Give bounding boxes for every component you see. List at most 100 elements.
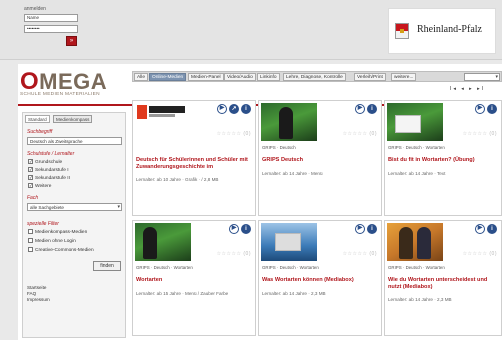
media-card[interactable]: ▶ i ☆☆☆☆☆ (0) GRIPS · Deutsch · Wortarten… (384, 100, 502, 216)
rating-stars[interactable]: ☆☆☆☆☆ (0) (463, 251, 497, 257)
logo-subtitle: SCHULE MEDIEN MATERIALIEN (20, 92, 100, 97)
screen-figure (275, 233, 301, 251)
info-icon[interactable]: i (367, 224, 377, 234)
checkbox-weitere[interactable]: ✓ Weitere (28, 182, 51, 190)
tab-medien-panel[interactable]: Medien-Panel (188, 73, 224, 81)
media-card[interactable]: ▶ i ☆☆☆☆☆ (0) GRIPS · Deutsch GRIPS Deuts… (258, 100, 382, 216)
info-icon[interactable]: i (487, 224, 497, 234)
tab-weitere[interactable]: weitere... (391, 73, 417, 81)
info-icon[interactable]: i (241, 104, 251, 114)
tab-linkinfo[interactable]: Linkinfo (257, 73, 280, 81)
media-card[interactable]: ▶ i ☆☆☆☆☆ (0) GRIPS · Deutsch · Wortarten… (258, 220, 382, 336)
username-field[interactable]: Name (24, 14, 78, 22)
card-thumbnail[interactable] (261, 103, 317, 141)
play-icon[interactable]: ▶ (475, 104, 485, 114)
checkbox-sek2[interactable]: ✓ Sekundarstufe II (28, 174, 70, 182)
info-icon[interactable]: i (487, 104, 497, 114)
checkbox-icon[interactable] (28, 246, 33, 252)
card-title[interactable]: Wie du Wortarten unterscheidest und nutz… (388, 277, 500, 290)
checkbox-medienkompass[interactable]: Medienkompass-Medien (28, 228, 87, 236)
rlp-name: Rheinland-Pfalz (417, 24, 482, 35)
card-thumbnail[interactable] (135, 103, 191, 141)
card-thumbnail[interactable] (135, 223, 191, 261)
tab-alle[interactable]: Alle (134, 73, 148, 81)
media-card[interactable]: ▶ i ☆☆☆☆☆ (0) GRIPS · Deutsch · Wortarten… (132, 220, 256, 336)
tab-video-audio[interactable]: Video/Audio (224, 73, 256, 81)
login-title: anmelden (24, 6, 46, 12)
main-panel: OMEGA SCHULE MEDIEN MATERIALIEN Alle Onl… (18, 64, 502, 340)
card-info: Lernalter: ab 14 Jahre · 2,3 MB (262, 291, 326, 296)
share-icon[interactable]: ↗ (229, 104, 239, 114)
tab-standard[interactable]: Standard (25, 115, 50, 123)
card-tags: GRIPS · Deutsch · Wortarten (136, 265, 193, 270)
card-tags: GRIPS · Deutsch · Wortarten (262, 265, 319, 270)
rlp-crest-icon (395, 23, 409, 39)
person-figure (417, 227, 431, 259)
card-tags: GRIPS · Deutsch · Wortarten (388, 145, 445, 150)
find-button[interactable]: finden (93, 261, 121, 271)
card-thumbnail[interactable] (387, 103, 443, 141)
card-info: Lernalter: ab 14 Jahre · 2,3 MB (388, 297, 452, 302)
checkbox-ohne-login[interactable]: Medien ohne Login (28, 237, 76, 245)
tab-medienkompass[interactable]: Medienkompass (53, 115, 93, 123)
person-figure (143, 227, 157, 259)
logo-wordmark: MEGA (39, 69, 108, 94)
link-faq[interactable]: FAQ (27, 291, 36, 296)
checkbox-icon[interactable]: ✓ (28, 182, 33, 188)
rating-stars[interactable]: ☆☆☆☆☆ (0) (343, 251, 377, 257)
play-icon[interactable]: ▶ (355, 224, 365, 234)
pager-controls[interactable]: I◂ ◂ ▸ ▸I (450, 86, 485, 92)
checkbox-sek1[interactable]: ✓ Sekundarstufe I (28, 166, 69, 174)
card-info: Lernalter: ab 14 Jahre · Menü (262, 171, 323, 176)
rating-stars[interactable]: ☆☆☆☆☆ (0) (217, 251, 251, 257)
media-card[interactable]: ▶ i ☆☆☆☆☆ (0) GRIPS · Deutsch · Wortarten… (384, 220, 502, 336)
subject-label: Fach (27, 195, 39, 201)
link-startseite[interactable]: Startseite (27, 285, 46, 290)
info-icon[interactable]: i (367, 104, 377, 114)
card-title[interactable]: Bist du fit in Wortarten? (Übung) (388, 157, 500, 164)
checkbox-icon[interactable]: ✓ (28, 158, 33, 164)
checkbox-icon[interactable] (28, 237, 33, 243)
play-icon[interactable]: ▶ (355, 104, 365, 114)
card-title[interactable]: Wortarten (136, 277, 254, 284)
top-bar: anmelden Name •••••••• » Rheinland-Pfalz (0, 0, 502, 60)
rlp-logo-box[interactable]: Rheinland-Pfalz (388, 8, 496, 54)
password-field[interactable]: •••••••• (24, 25, 78, 33)
tab-more-dropdown[interactable] (464, 73, 500, 81)
rating-stars[interactable]: ☆☆☆☆☆ (0) (343, 131, 377, 137)
filter-sidebar: Standard Medienkompass Suchbegriff Deuts… (22, 112, 126, 338)
login-button[interactable]: » (66, 36, 77, 46)
tab-verleih-print[interactable]: Verleih/Print (354, 73, 386, 81)
school-level-label: Schulstufe / Lernalter (27, 151, 75, 157)
omega-logo[interactable]: OMEGA SCHULE MEDIEN MATERIALIEN (20, 68, 132, 102)
media-card[interactable]: ▶ ↗ i ☆☆☆☆☆ (0) Deutsch für Schülerinnen u… (132, 100, 256, 216)
card-title[interactable]: Deutsch für Schülerinnen und Schüler mit… (136, 157, 254, 170)
card-info: Lernalter: ab 10 Jahre · Grafik · / 2,8 … (136, 177, 219, 182)
card-thumbnail[interactable] (387, 223, 443, 261)
checkbox-grundschule[interactable]: ✓ Grundschule (28, 158, 62, 166)
media-tabs: Alle Online-Medien Medien-Panel Video/Au… (132, 71, 502, 82)
card-title[interactable]: Was Wortarten können (Mediabox) (262, 277, 380, 284)
card-title[interactable]: GRIPS Deutsch (262, 157, 380, 164)
play-icon[interactable]: ▶ (475, 224, 485, 234)
info-icon[interactable]: i (241, 224, 251, 234)
rating-stars[interactable]: ☆☆☆☆☆ (0) (463, 131, 497, 137)
checkbox-icon[interactable] (28, 228, 33, 234)
card-info: Lernalter: ab 14 Jahre · Text (388, 171, 446, 176)
checkbox-creative-commons[interactable]: Creative-Commons-Medien (28, 246, 94, 254)
play-icon[interactable]: ▶ (229, 224, 239, 234)
search-label: Suchbegriff (27, 129, 53, 135)
link-impressum[interactable]: Impressum (27, 297, 50, 302)
play-icon[interactable]: ▶ (217, 104, 227, 114)
rating-stars[interactable]: ☆☆☆☆☆ (0) (217, 131, 251, 137)
card-info: Lernalter: ab 15 Jahre · Menü / Zauber F… (136, 291, 229, 296)
person-figure (279, 107, 293, 139)
tab-online-medien[interactable]: Online-Medien (149, 73, 187, 81)
card-thumbnail[interactable] (261, 223, 317, 261)
search-input[interactable]: Deutsch als Zweitsprache (27, 137, 122, 145)
tab-lehre[interactable]: Lehre, Diagnose, Kontrolle (283, 73, 346, 81)
logo-letter: O (20, 68, 40, 95)
subject-select[interactable]: alle Sachgebiete (27, 203, 122, 211)
checkbox-icon[interactable]: ✓ (28, 174, 33, 180)
checkbox-icon[interactable]: ✓ (28, 166, 33, 172)
